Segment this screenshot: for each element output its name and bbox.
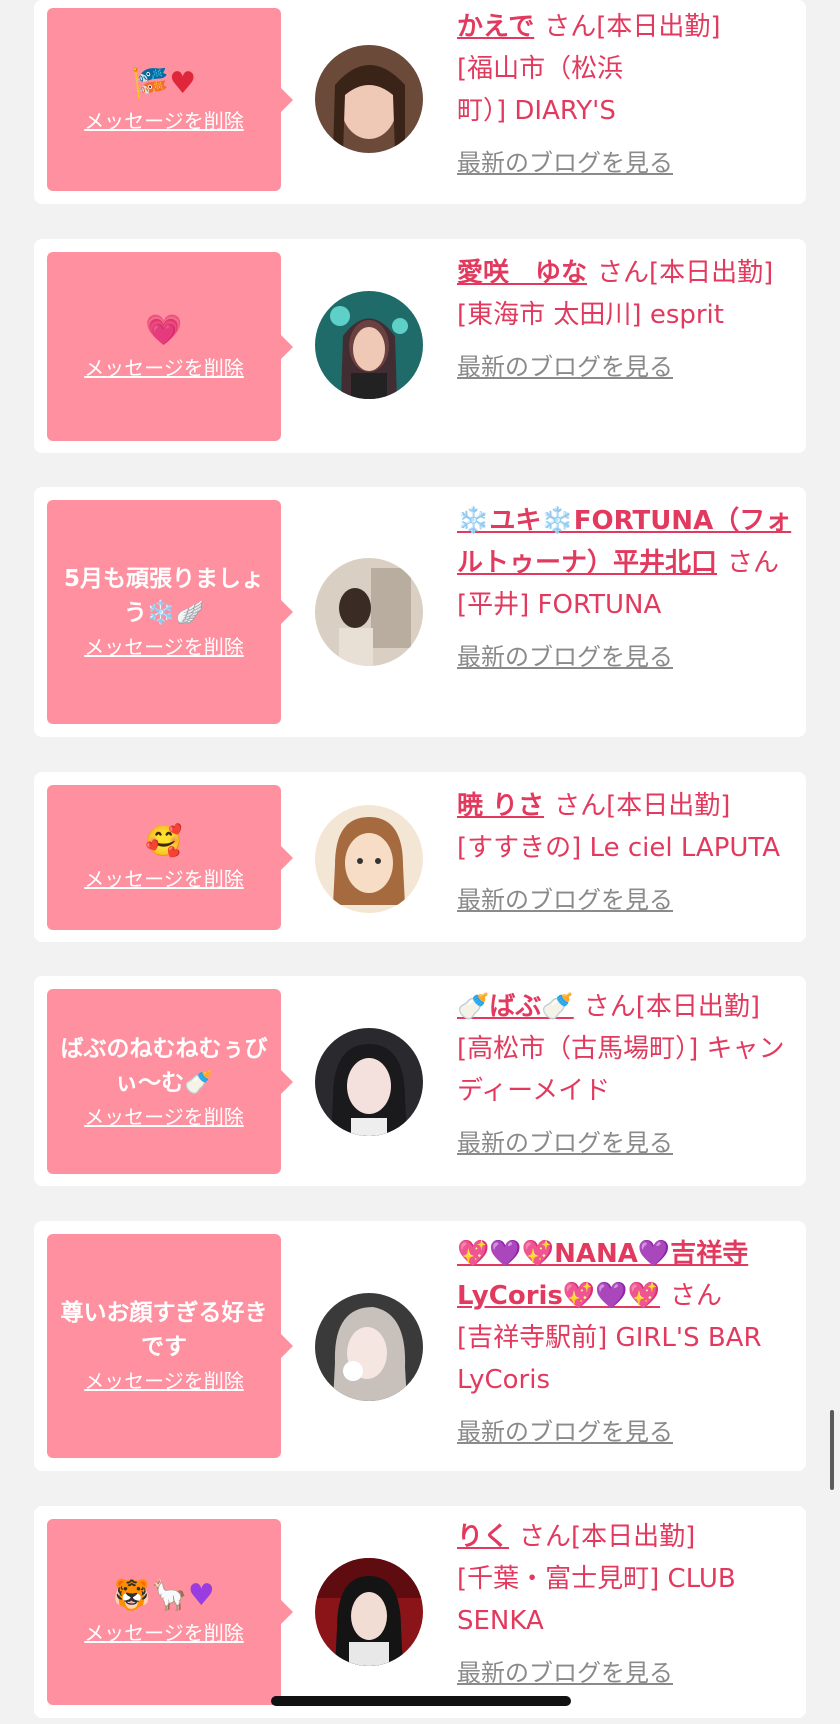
avatar[interactable] xyxy=(315,1558,423,1666)
girl-info: 暁 りさ さん[本日出勤] [すすきの] Le ciel LAPUTA 最新のブロ… xyxy=(457,785,798,921)
shop-location: [福山市（松浜町）] DIARY'S xyxy=(457,54,624,126)
llama-icon: 🦙 xyxy=(150,1578,188,1613)
shop-location: [東海市 太田川] esprit xyxy=(457,300,724,330)
message-bubble: 🎏♥ メッセージを削除 xyxy=(47,8,293,191)
girl-info: りく さん[本日出勤] [千葉・富士見町] CLUB SENKA 最新のブログを見… xyxy=(457,1516,798,1694)
latest-blog-link[interactable]: 最新のブログを見る xyxy=(457,1411,673,1453)
delete-message-button[interactable]: メッセージを削除 xyxy=(84,106,244,136)
message-text: 尊いお顔すぎる好きです xyxy=(60,1300,268,1360)
favorite-card: 🥰 メッセージを削除 暁 りさ さん[本日出勤] [すすきの] Le ciel L… xyxy=(34,772,806,942)
purple-heart-icon: ♥ xyxy=(187,1578,215,1613)
avatar[interactable] xyxy=(315,805,423,913)
favorite-card: 尊いお顔すぎる好きです メッセージを削除 💖💜💖NANA💜吉祥寺LyCoris💖… xyxy=(34,1221,806,1471)
message-emoji: 🥰 xyxy=(145,822,182,862)
delete-message-button[interactable]: メッセージを削除 xyxy=(84,864,244,894)
latest-blog-link[interactable]: 最新のブログを見る xyxy=(457,346,673,388)
honorific: さん xyxy=(597,258,650,288)
message-bubble: ばぶのねむねむぅびぃ〜む🍼 メッセージを削除 xyxy=(47,989,293,1174)
latest-blog-link[interactable]: 最新のブログを見る xyxy=(457,879,673,921)
red-heart-icon: ♥ xyxy=(169,65,197,101)
message-bubble: 🥰 メッセージを削除 xyxy=(47,785,293,930)
favorite-card: 💗 メッセージを削除 愛咲 ゆな さん[本日出勤] [東海市 太田川] espri… xyxy=(34,239,806,453)
delete-message-button[interactable]: メッセージを削除 xyxy=(84,1618,244,1648)
work-status: [本日出勤] xyxy=(606,791,731,821)
scrollbar[interactable] xyxy=(830,1410,834,1490)
koinobori-icon: 🎏 xyxy=(131,65,170,101)
shop-location: [高松市（古馬場町）] キャンディーメイド xyxy=(457,1034,785,1106)
shop-location: [平井] FORTUNA xyxy=(457,590,662,620)
latest-blog-link[interactable]: 最新のブログを見る xyxy=(457,1122,673,1164)
message-bubble: 💗 メッセージを削除 xyxy=(47,252,293,441)
delete-message-button[interactable]: メッセージを削除 xyxy=(84,1366,244,1396)
favorite-card: ばぶのねむねむぅびぃ〜む🍼 メッセージを削除 🍼ばぶ🍼 さん[本日出勤] [高松市… xyxy=(34,976,806,1186)
message-emoji: 🐯🦙♥ xyxy=(113,1576,215,1616)
shop-location: [千葉・富士見町] CLUB SENKA xyxy=(457,1564,736,1636)
tiger-icon: 🐯 xyxy=(113,1578,151,1613)
work-status: [本日出勤] xyxy=(571,1522,696,1552)
avatar[interactable] xyxy=(315,1293,423,1401)
avatar[interactable] xyxy=(315,291,423,399)
girl-name-link[interactable]: りく xyxy=(457,1522,509,1552)
honorific: さん xyxy=(554,791,607,821)
latest-blog-link[interactable]: 最新のブログを見る xyxy=(457,142,673,184)
honorific: さん xyxy=(519,1522,572,1552)
home-indicator xyxy=(271,1696,571,1706)
avatar[interactable] xyxy=(315,1028,423,1136)
latest-blog-link[interactable]: 最新のブログを見る xyxy=(457,636,673,678)
girl-name-link[interactable]: 愛咲 ゆな xyxy=(457,258,587,288)
honorific: さん xyxy=(583,992,636,1022)
message-emoji: 🎏♥ xyxy=(132,64,196,104)
honorific: さん xyxy=(544,12,597,42)
smiling-face-with-hearts-icon: 🥰 xyxy=(145,823,183,859)
shop-location: [すすきの] Le ciel LAPUTA xyxy=(457,833,781,863)
girl-name-link[interactable]: 暁 りさ xyxy=(457,791,544,821)
message-text: ばぶのねむねむぅびぃ〜む🍼 xyxy=(60,1035,268,1096)
girl-name-link[interactable]: 🍼ばぶ🍼 xyxy=(457,992,574,1022)
message-bubble: 5月も頑張りましょう❄️🪽 メッセージを削除 xyxy=(47,500,293,724)
delete-message-button[interactable]: メッセージを削除 xyxy=(84,632,244,662)
honorific: さん xyxy=(670,1281,723,1311)
message-bubble: 尊いお顔すぎる好きです メッセージを削除 xyxy=(47,1234,293,1458)
favorite-card: 5月も頑張りましょう❄️🪽 メッセージを削除 ❄️ユキ❄️FORTUNA（フォル… xyxy=(34,487,806,737)
girl-info: ❄️ユキ❄️FORTUNA（フォルトゥーナ）平井北口 さん [平井] FORTUN… xyxy=(457,500,798,678)
favorite-card: 🎏♥ メッセージを削除 かえで さん[本日出勤] [福山市（松浜町）] DIARY… xyxy=(34,0,806,204)
girl-name-link[interactable]: かえで xyxy=(457,12,534,42)
honorific: さん xyxy=(727,548,780,578)
latest-blog-link[interactable]: 最新のブログを見る xyxy=(457,1652,673,1694)
message-bubble: 🐯🦙♥ メッセージを削除 xyxy=(47,1519,293,1705)
avatar[interactable] xyxy=(315,558,423,666)
delete-message-button[interactable]: メッセージを削除 xyxy=(84,353,244,383)
work-status: [本日出勤] xyxy=(596,12,721,42)
avatar[interactable] xyxy=(315,45,423,153)
girl-info: 💖💜💖NANA💜吉祥寺LyCoris💖💜💖 さん [吉祥寺駅前] GIRL'S B… xyxy=(457,1233,798,1453)
shop-location: [吉祥寺駅前] GIRL'S BAR LyCoris xyxy=(457,1323,762,1395)
girl-info: 愛咲 ゆな さん[本日出勤] [東海市 太田川] esprit 最新のブログを見る xyxy=(457,252,798,388)
delete-message-button[interactable]: メッセージを削除 xyxy=(84,1102,244,1132)
sparkling-heart-icon: 💗 xyxy=(145,312,183,348)
girl-info: 🍼ばぶ🍼 さん[本日出勤] [高松市（古馬場町）] キャンディーメイド 最新のブロ… xyxy=(457,986,798,1164)
message-text: 5月も頑張りましょう❄️🪽 xyxy=(63,566,264,626)
work-status: [本日出勤] xyxy=(649,258,774,288)
favorite-card: 🐯🦙♥ メッセージを削除 りく さん[本日出勤] [千葉・富士見町] CLUB S… xyxy=(34,1506,806,1718)
message-emoji: 💗 xyxy=(145,311,182,351)
girl-info: かえで さん[本日出勤] [福山市（松浜町）] DIARY'S 最新のブログを見る xyxy=(457,6,798,184)
work-status: [本日出勤] xyxy=(635,992,761,1022)
